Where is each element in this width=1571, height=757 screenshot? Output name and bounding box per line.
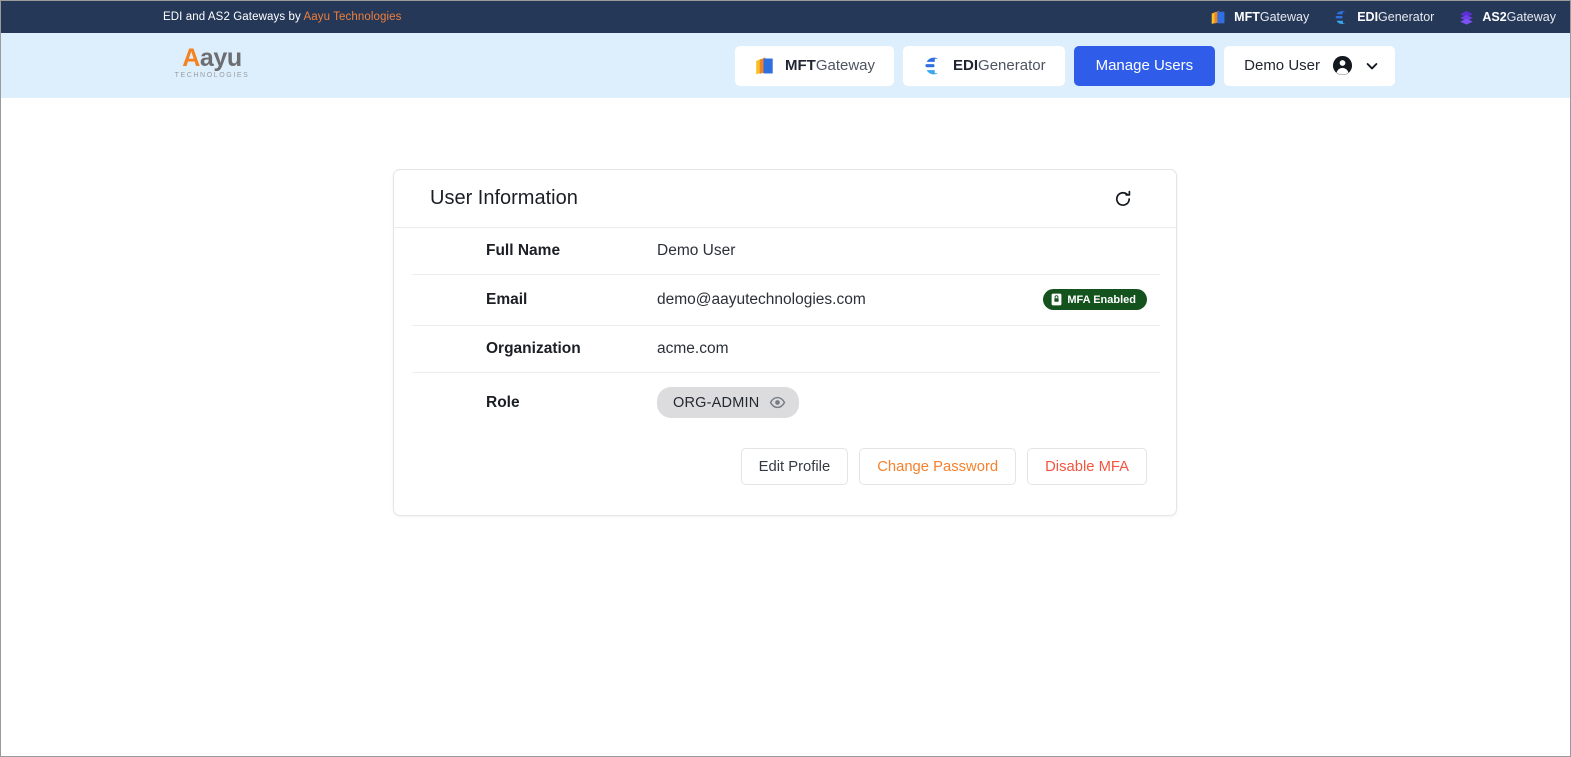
row-label-email: Email	[412, 274, 657, 326]
mft-gateway-icon	[1210, 9, 1227, 26]
card-header: User Information	[394, 170, 1176, 228]
disable-mfa-button[interactable]: Disable MFA	[1027, 448, 1147, 485]
main-content: User Information Full Name Demo User Ema…	[1, 98, 1570, 756]
row-extra-full-name	[990, 228, 1160, 275]
card-body: Full Name Demo User Email demo@aayutechn…	[394, 228, 1176, 515]
row-label-role: Role	[412, 372, 657, 432]
nav-button-edigenerator-label: EDIGenerator	[953, 57, 1046, 74]
row-value-role: ORG-ADMIN	[657, 372, 990, 432]
refresh-icon	[1113, 189, 1133, 209]
as2-gateway-icon	[1458, 9, 1475, 26]
top-product-links: MFTGateway EDIGenerator AS2Gateway	[1210, 9, 1556, 26]
row-extra-organization	[990, 325, 1160, 373]
top-link-edigenerator[interactable]: EDIGenerator	[1333, 9, 1434, 26]
mft-gateway-icon	[754, 55, 776, 77]
top-link-mftgateway[interactable]: MFTGateway	[1210, 9, 1309, 26]
edi-generator-icon	[922, 55, 944, 77]
card-actions: Edit Profile Change Password Disable MFA	[412, 432, 1160, 485]
user-info-table: Full Name Demo User Email demo@aayutechn…	[412, 228, 1160, 432]
nav-button-edigenerator[interactable]: EDIGenerator	[903, 45, 1065, 86]
table-row: Organization acme.com	[412, 325, 1160, 373]
page-title: User Information	[430, 187, 578, 209]
row-value-organization: acme.com	[657, 325, 990, 373]
aayu-logo-subtitle: TECHNOLOGIES	[174, 72, 250, 79]
top-link-edigenerator-label: EDIGenerator	[1357, 10, 1435, 24]
top-utility-bar: EDI and AS2 Gateways by Aayu Technologie…	[1, 1, 1570, 33]
row-value-email: demo@aayutechnologies.com	[657, 274, 990, 326]
user-information-card: User Information Full Name Demo User Ema…	[393, 169, 1177, 516]
top-link-as2gateway[interactable]: AS2Gateway	[1458, 9, 1556, 26]
avatar-icon	[1332, 55, 1353, 76]
table-row: Full Name Demo User	[412, 228, 1160, 275]
aayu-logo-wordmark: Aayu	[182, 44, 242, 72]
role-pill-label: ORG-ADMIN	[673, 394, 760, 411]
table-row: Email demo@aayutechnologies.com MFA Enab…	[412, 274, 1160, 326]
top-link-mftgateway-label: MFTGateway	[1234, 10, 1310, 24]
manage-users-button[interactable]: Manage Users	[1073, 45, 1216, 86]
change-password-button[interactable]: Change Password	[859, 448, 1017, 485]
user-menu-button[interactable]: Demo User	[1224, 45, 1395, 86]
table-row: Role ORG-ADMIN	[412, 372, 1160, 432]
row-label-organization: Organization	[412, 325, 657, 373]
row-extra-email: MFA Enabled	[990, 274, 1160, 326]
aayu-logo[interactable]: Aayu TECHNOLOGIES	[174, 45, 250, 79]
row-label-full-name: Full Name	[486, 242, 561, 259]
main-navbar: Aayu TECHNOLOGIES MFTGateway EDIGenerato…	[1, 33, 1570, 98]
edi-generator-icon	[1333, 9, 1350, 26]
navbar-actions: MFTGateway EDIGenerator Manage Users Dem…	[735, 45, 1570, 86]
user-menu-name: Demo User	[1244, 57, 1320, 74]
role-pill[interactable]: ORG-ADMIN	[657, 387, 800, 418]
edit-profile-button[interactable]: Edit Profile	[740, 448, 849, 485]
tagline: EDI and AS2 Gateways by Aayu Technologie…	[163, 11, 402, 23]
eye-icon[interactable]	[769, 394, 786, 411]
nav-button-mftgateway[interactable]: MFTGateway	[735, 45, 895, 86]
mobile-lock-icon	[1051, 293, 1062, 306]
app-window: EDI and AS2 Gateways by Aayu Technologie…	[0, 0, 1571, 757]
top-link-as2gateway-label: AS2Gateway	[1482, 10, 1556, 24]
row-extra-role	[990, 372, 1160, 432]
nav-button-mftgateway-label: MFTGateway	[785, 57, 876, 74]
tagline-prefix: EDI and AS2 Gateways by	[163, 11, 304, 23]
refresh-button[interactable]	[1110, 186, 1136, 212]
status-badge-label: MFA Enabled	[1067, 293, 1136, 306]
chevron-down-icon	[1365, 59, 1379, 73]
row-value-full-name: Demo User	[657, 242, 736, 259]
tagline-brand-link[interactable]: Aayu Technologies	[303, 11, 401, 23]
status-badge: MFA Enabled	[1043, 289, 1147, 310]
